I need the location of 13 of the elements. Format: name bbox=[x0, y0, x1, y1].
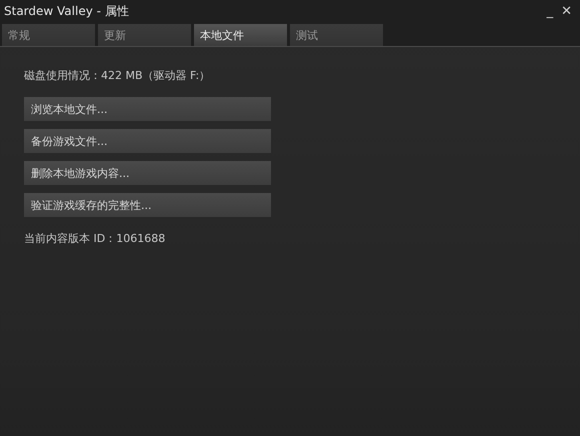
action-button[interactable]: 删除本地游戏内容... bbox=[24, 161, 271, 185]
tab[interactable]: 常规 bbox=[2, 24, 95, 46]
tab[interactable]: 本地文件 bbox=[194, 24, 287, 46]
action-button[interactable]: 验证游戏缓存的完整性... bbox=[24, 193, 271, 217]
action-button[interactable]: 备份游戏文件... bbox=[24, 129, 271, 153]
tab[interactable]: 更新 bbox=[98, 24, 191, 46]
minimize-button[interactable]: _ bbox=[542, 4, 558, 18]
build-id-text: 当前内容版本 ID：1061688 bbox=[24, 231, 166, 246]
window-title: Stardew Valley - 属性 bbox=[4, 2, 130, 20]
tab[interactable]: 测试 bbox=[290, 24, 383, 46]
disk-usage-text: 磁盘使用情况：422 MB（驱动器 F:） bbox=[24, 68, 212, 83]
action-button[interactable]: 浏览本地文件... bbox=[24, 97, 271, 121]
close-button[interactable]: ✕ bbox=[557, 4, 576, 18]
